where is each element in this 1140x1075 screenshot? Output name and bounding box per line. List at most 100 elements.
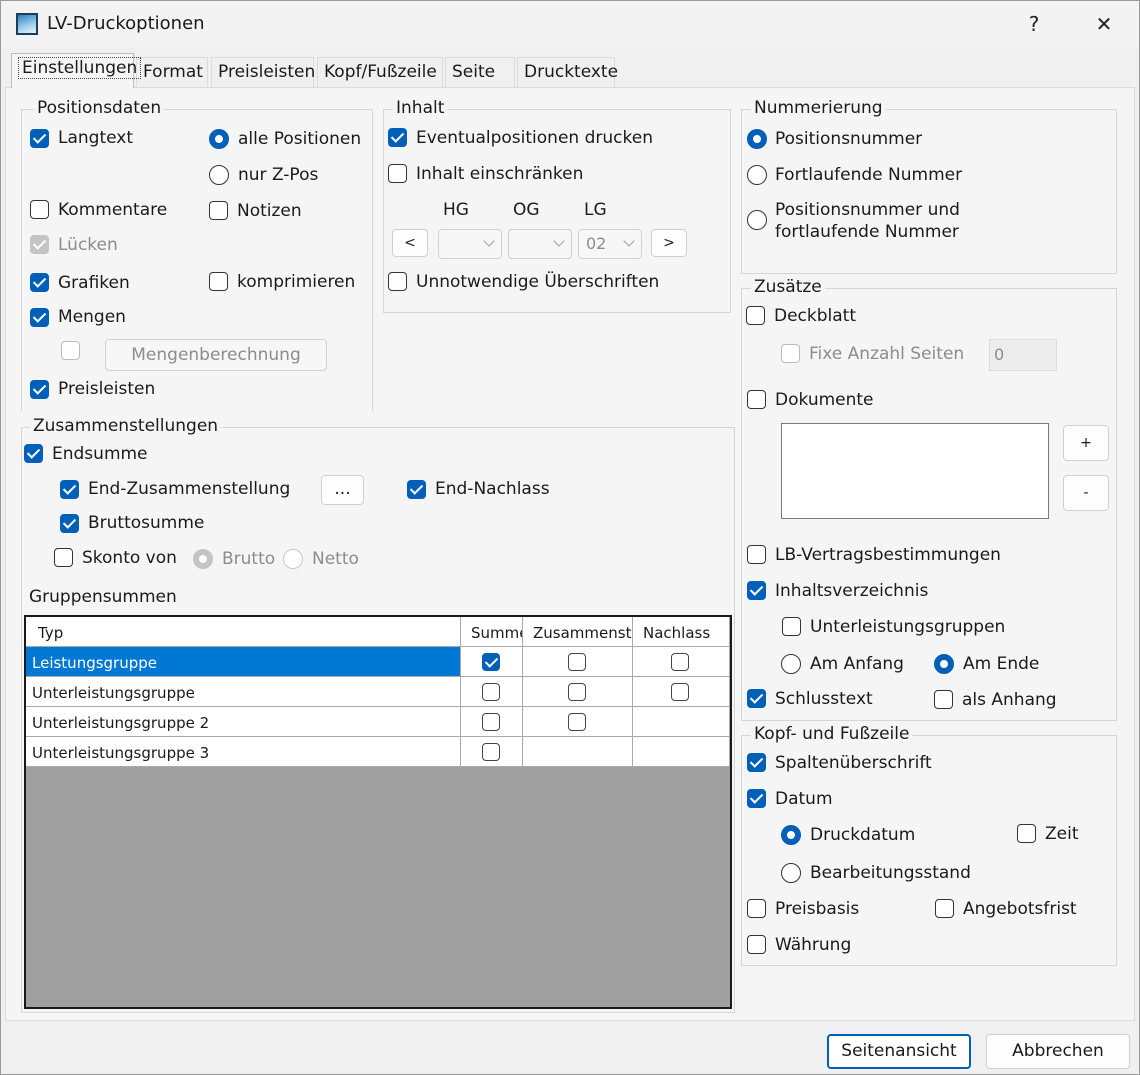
preisleisten-checkbox[interactable] bbox=[30, 380, 49, 399]
summe-checkbox[interactable] bbox=[482, 743, 500, 761]
langtext-checkbox[interactable] bbox=[30, 129, 49, 148]
grid-header-typ[interactable]: Typ bbox=[26, 617, 461, 647]
tab-drucktexte[interactable]: Drucktexte bbox=[517, 57, 618, 87]
grid-row-nachlass bbox=[633, 707, 730, 737]
am-ende-radio[interactable] bbox=[934, 654, 954, 674]
nachlass-checkbox[interactable] bbox=[671, 683, 689, 701]
unnotwendige-checkbox[interactable] bbox=[388, 272, 407, 291]
tab-kopf-fusszeile[interactable]: Kopf/Fußzeile bbox=[317, 57, 443, 87]
tab-seite[interactable]: Seite bbox=[445, 57, 515, 87]
datum-label: Datum bbox=[775, 789, 833, 809]
mengenberechnung-checkbox[interactable] bbox=[61, 341, 80, 360]
og-select[interactable] bbox=[508, 229, 572, 259]
fixe-anzahl-input[interactable]: 0 bbox=[989, 339, 1057, 371]
skonto-checkbox[interactable] bbox=[54, 548, 73, 567]
grid-header-summe[interactable]: Summe bbox=[461, 617, 523, 647]
grid-row-nachlass[interactable] bbox=[633, 647, 730, 677]
hg-label: HG bbox=[443, 200, 469, 220]
inhalt-einschraenken-checkbox[interactable] bbox=[388, 164, 407, 183]
netto-radio[interactable] bbox=[283, 549, 303, 569]
grid-row-typ[interactable]: Unterleistungsgruppe bbox=[26, 677, 461, 707]
preisbasis-checkbox[interactable] bbox=[747, 899, 766, 918]
positionsnummer-radio[interactable] bbox=[747, 129, 767, 149]
am-anfang-radio[interactable] bbox=[781, 654, 801, 674]
bearbeitungsstand-radio[interactable] bbox=[781, 863, 801, 883]
end-zusammenstellung-more-button[interactable]: ... bbox=[321, 475, 364, 505]
grid-row-summe[interactable] bbox=[461, 707, 523, 737]
bruttosumme-checkbox[interactable] bbox=[60, 514, 79, 533]
unterleistungsgruppen-label: Unterleistungsgruppen bbox=[810, 617, 1006, 637]
endsumme-checkbox[interactable] bbox=[24, 444, 43, 463]
luecken-checkbox[interactable] bbox=[30, 235, 49, 254]
hg-select[interactable] bbox=[438, 229, 502, 259]
zusammenst-checkbox[interactable] bbox=[568, 713, 586, 731]
dokumente-list[interactable] bbox=[781, 423, 1049, 519]
tab-preisleisten[interactable]: Preisleisten bbox=[211, 57, 315, 87]
spaltenueberschrift-checkbox[interactable] bbox=[747, 753, 766, 772]
help-button[interactable]: ? bbox=[1014, 9, 1054, 39]
zusammenst-checkbox[interactable] bbox=[568, 683, 586, 701]
inhaltsverzeichnis-label: Inhaltsverzeichnis bbox=[775, 581, 929, 601]
unterleistungsgruppen-checkbox[interactable] bbox=[782, 617, 801, 636]
mengen-checkbox[interactable] bbox=[30, 308, 49, 327]
grid-header-nachlass[interactable]: Nachlass bbox=[633, 617, 730, 647]
tab-einstellungen[interactable]: Einstellungen bbox=[11, 53, 142, 88]
schlusstext-checkbox[interactable] bbox=[747, 689, 766, 708]
grid-row-summe[interactable] bbox=[461, 647, 523, 677]
zusammenst-checkbox[interactable] bbox=[568, 653, 586, 671]
lg-select[interactable]: 02 bbox=[578, 229, 642, 259]
prev-button[interactable]: < bbox=[392, 229, 428, 257]
alle-positionen-radio[interactable] bbox=[209, 129, 229, 149]
nur-zpos-label: nur Z-Pos bbox=[238, 165, 319, 185]
nachlass-checkbox[interactable] bbox=[671, 653, 689, 671]
end-nachlass-checkbox[interactable] bbox=[407, 480, 426, 499]
summe-checkbox[interactable] bbox=[482, 683, 500, 701]
beide-radio[interactable] bbox=[747, 210, 767, 230]
waehrung-checkbox[interactable] bbox=[747, 935, 766, 954]
grid-row-zusammenst[interactable] bbox=[523, 647, 633, 677]
summe-checkbox[interactable] bbox=[482, 713, 500, 731]
grid-row-zusammenst[interactable] bbox=[523, 677, 633, 707]
chevron-down-icon bbox=[483, 235, 495, 247]
end-zusammenstellung-checkbox[interactable] bbox=[60, 480, 79, 499]
schlusstext-label: Schlusstext bbox=[775, 689, 873, 709]
grid-row-zusammenst[interactable] bbox=[523, 707, 633, 737]
grid-row-typ[interactable]: Leistungsgruppe bbox=[26, 647, 461, 677]
seitenansicht-button[interactable]: Seitenansicht bbox=[827, 1034, 971, 1069]
notizen-checkbox[interactable] bbox=[209, 201, 228, 220]
add-document-button[interactable]: + bbox=[1063, 425, 1109, 461]
druckdatum-radio[interactable] bbox=[781, 825, 801, 845]
tab-format[interactable]: Format bbox=[136, 57, 208, 87]
abbrechen-button[interactable]: Abbrechen bbox=[986, 1034, 1130, 1069]
mengenberechnung-button[interactable]: Mengenberechnung bbox=[105, 339, 327, 371]
deckblatt-checkbox[interactable] bbox=[746, 306, 765, 325]
inhaltsverzeichnis-checkbox[interactable] bbox=[747, 581, 766, 600]
fixe-anzahl-checkbox[interactable] bbox=[781, 344, 800, 363]
grafiken-checkbox[interactable] bbox=[30, 273, 49, 292]
zeit-checkbox[interactable] bbox=[1017, 824, 1036, 843]
remove-document-button[interactable]: - bbox=[1063, 475, 1109, 511]
fortlaufende-radio[interactable] bbox=[747, 165, 767, 185]
nur-zpos-radio[interactable] bbox=[209, 165, 229, 185]
next-button[interactable]: > bbox=[651, 229, 687, 257]
grid-row-nachlass[interactable] bbox=[633, 677, 730, 707]
grid-row-typ[interactable]: Unterleistungsgruppe 3 bbox=[26, 737, 461, 767]
grid-row-typ[interactable]: Unterleistungsgruppe 2 bbox=[26, 707, 461, 737]
grid-row-summe[interactable] bbox=[461, 737, 523, 767]
summe-checkbox[interactable] bbox=[482, 653, 500, 671]
gruppensummen-grid[interactable]: Typ Summe Zusammenst. Nachlass Leistungs… bbox=[24, 615, 732, 1009]
zusammenstellungen-legend: Zusammenstellungen bbox=[30, 416, 222, 436]
zusaetze-legend: Zusätze bbox=[751, 277, 825, 297]
close-icon[interactable]: ✕ bbox=[1084, 9, 1124, 39]
datum-checkbox[interactable] bbox=[747, 789, 766, 808]
brutto-radio[interactable] bbox=[193, 549, 213, 569]
lb-vertrag-checkbox[interactable] bbox=[747, 545, 766, 564]
angebotsfrist-checkbox[interactable] bbox=[935, 899, 954, 918]
grid-header-zusammenst[interactable]: Zusammenst. bbox=[523, 617, 633, 647]
als-anhang-checkbox[interactable] bbox=[934, 690, 953, 709]
komprimieren-checkbox[interactable] bbox=[209, 272, 228, 291]
eventualpositionen-checkbox[interactable] bbox=[388, 128, 407, 147]
kommentare-checkbox[interactable] bbox=[30, 200, 49, 219]
dokumente-checkbox[interactable] bbox=[747, 390, 766, 409]
grid-row-summe[interactable] bbox=[461, 677, 523, 707]
